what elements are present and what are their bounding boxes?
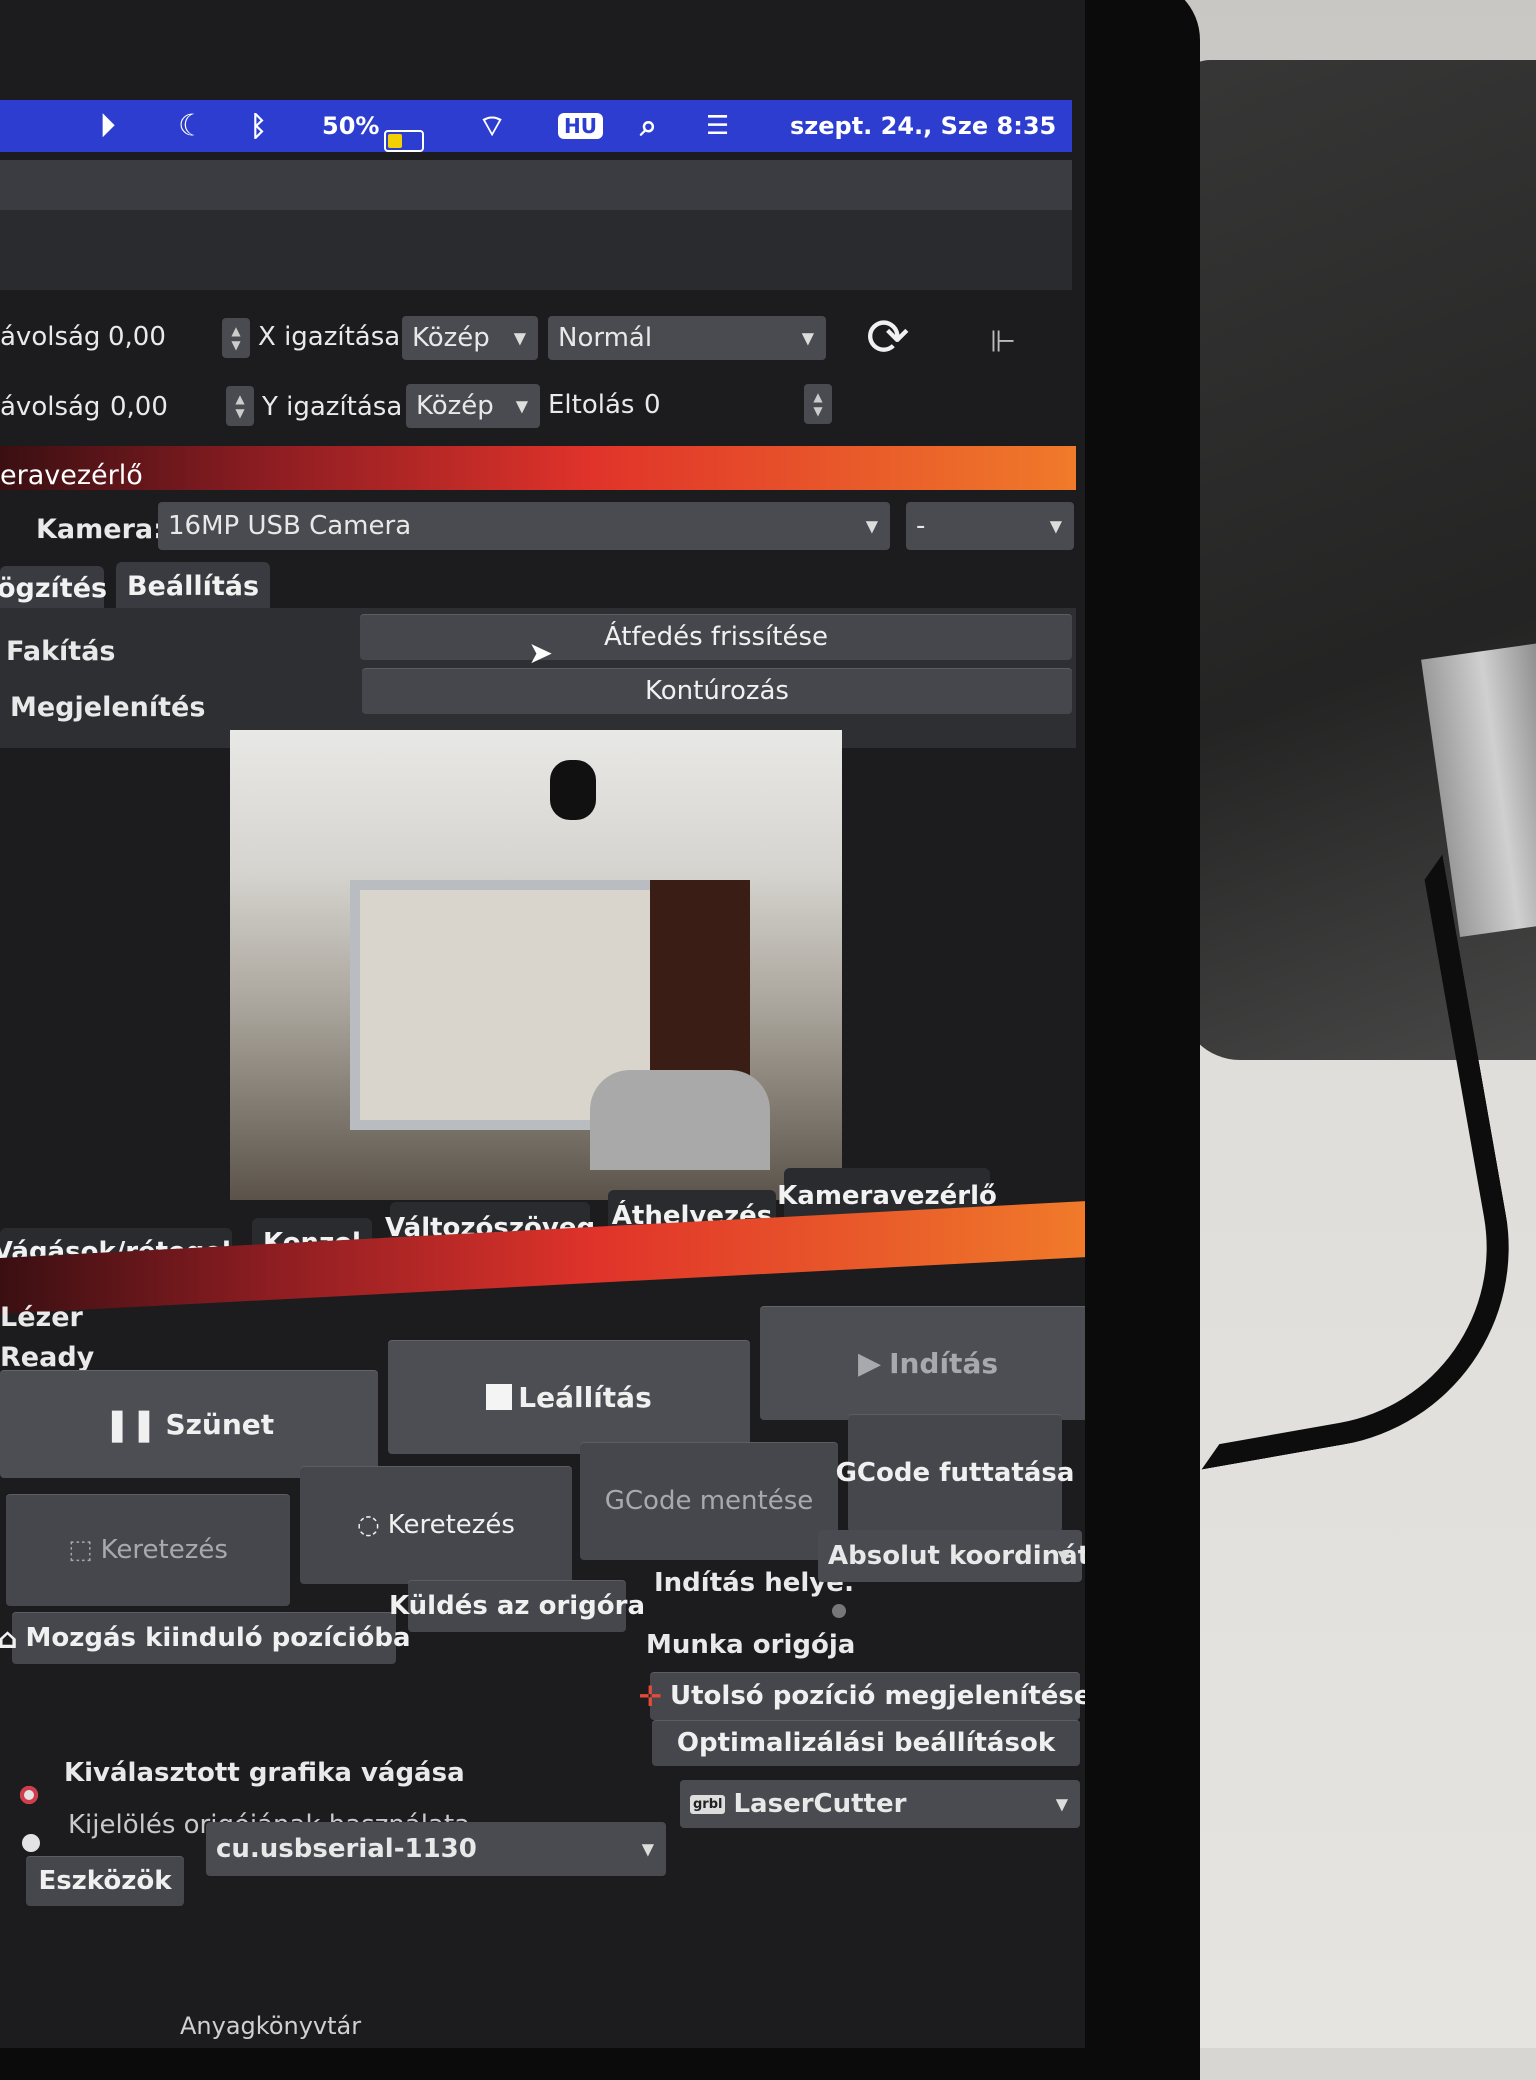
distance-value-2[interactable]: 0,00 [110,392,168,422]
camera-panel-header [0,446,1076,490]
optimization-settings-button[interactable]: Optimalizálási beállítások [652,1720,1080,1766]
y-align-label: Y igazítása [262,392,403,422]
frame-button-rect[interactable]: ⬚ Keretezés [6,1494,290,1606]
use-selection-origin-radio[interactable] [22,1834,40,1852]
laptop-screen: ⏵ ☾ ᛒ 50% ⌔ HU ⌕ ☰ szept. 24., Sze 8:35 … [0,0,1085,2048]
frame-circle-icon: ◌ [357,1510,380,1540]
stop-icon [486,1384,513,1410]
frame-rect-icon: ⬚ [68,1535,93,1565]
battery-percent: 50% [322,112,380,140]
chevron-down-icon: ▼ [1057,1546,1070,1566]
port-select[interactable]: cu.usbserial-1130 ▼ [206,1822,666,1876]
distance-label-1: ávolság [0,322,101,352]
offset-value[interactable]: 0 [644,390,661,420]
send-to-origin-button[interactable]: Küldés az origóra [389,1580,645,1632]
frame-button-circle[interactable]: ◌ Keretezés [300,1466,572,1584]
stop-button[interactable]: Leállítás [388,1340,750,1454]
device-select[interactable]: grbl LaserCutter ▼ [680,1780,1080,1828]
input-source-badge[interactable]: HU [558,113,603,139]
home-icon: ⌂ [0,1621,18,1655]
camera-select[interactable]: 16MP USB Camera ▼ [158,502,890,550]
material-library-title: Anyagkönyvtár [180,2012,362,2040]
cut-selected-label[interactable]: Kiválasztott grafika vágása [64,1758,465,1788]
fade-label: Fakítás [6,636,116,667]
display-label: Megjelenítés [10,692,206,723]
moon-icon[interactable]: ☾ [178,109,205,144]
chevron-down-icon: ▼ [1055,1794,1068,1814]
run-gcode-button[interactable]: GCode futtatása [836,1414,1074,1532]
start-from-select[interactable]: Absolut koordináták▼ [818,1530,1085,1582]
battery-icon[interactable] [384,130,424,152]
chevron-down-icon: ▼ [865,516,878,536]
distance-spinner-1[interactable]: ▲ ▼ [222,318,250,358]
pause-icon: ❚❚ [103,1405,158,1443]
control-center-icon[interactable]: ☰ [706,111,729,141]
menu-bar: ⏵ ☾ ᛒ 50% ⌔ HU ⌕ ☰ szept. 24., Sze 8:35 [0,100,1072,152]
play-circle-icon[interactable]: ⏵ [100,109,115,144]
laser-panel-title: Lézer [0,1302,83,1333]
start-button[interactable]: ▶ Indítás [760,1306,1085,1420]
mouse-cursor-icon: ➤ [528,636,554,671]
cut-selected-radio[interactable] [20,1786,38,1804]
distance-value-1[interactable]: 0,00 [108,322,166,352]
tab-settings[interactable]: Beállítás [116,562,270,610]
tools-button[interactable]: Eszközök [26,1856,184,1906]
crosshair-icon: ✛ [638,1679,662,1713]
laser-status: Ready [0,1342,95,1373]
camera-scene-person [590,1070,770,1170]
align-tool-icon[interactable]: ⊩ [990,325,1016,360]
distance-label-2: ávolság [0,392,101,422]
home-button[interactable]: ⌂ Mozgás kiinduló pozícióba [0,1612,411,1664]
wifi-icon[interactable]: ⌔ [478,107,506,145]
contour-button[interactable]: Kontúrozás [362,668,1072,714]
save-gcode-button[interactable]: GCode mentése [580,1442,838,1560]
mode-select[interactable]: Normál ▼ [548,316,826,360]
play-icon: ▶ [857,1345,882,1381]
refresh-overlay-button[interactable]: Átfedés frissítése [360,614,1072,660]
offset-spinner[interactable]: ▲ ▼ [804,384,832,424]
camera-scene-lamp [550,760,596,820]
camera-panel-title: eravezérlő [0,460,143,491]
chevron-down-icon: ▼ [513,328,526,348]
chevron-down-icon: ▼ [641,1839,654,1859]
search-icon[interactable]: ⌕ [640,109,657,144]
chevron-down-icon: ▼ [801,328,814,348]
x-align-select[interactable]: Közép ▼ [402,316,538,360]
refresh-icon[interactable]: ⟳ [866,308,910,368]
camera-preview[interactable] [230,730,842,1200]
tab-capture[interactable]: ögzítés [0,566,107,610]
chevron-down-icon: ▼ [1049,516,1062,536]
window-titlebar [0,160,1072,290]
chevron-down-icon: ▼ [515,396,528,416]
clock[interactable]: szept. 24., Sze 8:35 [790,112,1056,140]
distance-spinner-2[interactable]: ▲ ▼ [226,386,254,426]
work-origin-label: Munka origója [646,1630,856,1660]
bluetooth-icon[interactable]: ᛒ [250,110,267,143]
camera-label: Kamera: [36,514,164,545]
offset-label: Eltolás [548,390,635,420]
y-align-select[interactable]: Közép ▼ [406,384,540,428]
pause-button[interactable]: ❚❚ Szünet [0,1370,378,1478]
camera-format-select[interactable]: - ▼ [906,502,1074,550]
show-last-position-button[interactable]: ✛ Utolsó pozíció megjelenítése [639,1672,1085,1720]
grbl-badge: grbl [690,1794,726,1814]
origin-dot[interactable] [832,1604,846,1618]
x-align-label: X igazítása [258,322,401,352]
